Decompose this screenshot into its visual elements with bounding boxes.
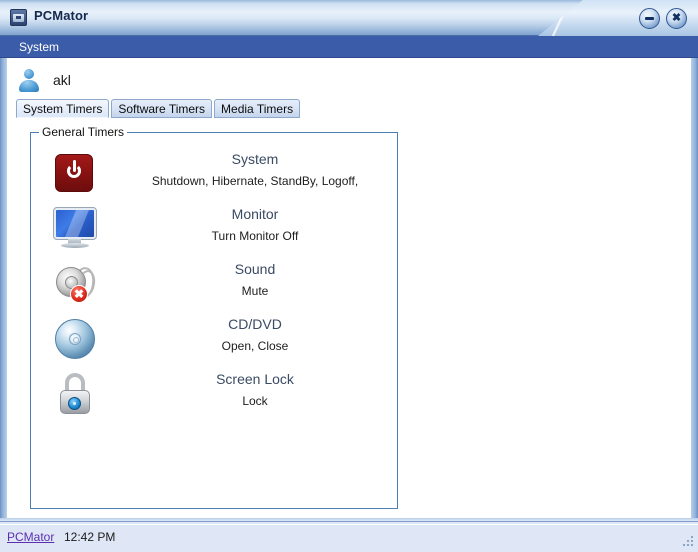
timer-subtitle: Mute [241, 284, 269, 298]
application-window: PCMator ✖ System akl System Timers Softw… [0, 0, 698, 552]
minimize-button[interactable] [639, 8, 660, 29]
timer-title: Sound [234, 261, 276, 277]
status-link-pcmator[interactable]: PCMator [7, 530, 54, 544]
timer-row-cd-dvd[interactable]: CD/DVD Open, Close [31, 312, 397, 367]
tab-strip: System Timers Software Timers Media Time… [16, 99, 682, 120]
status-bar: PCMator 12:42 PM [0, 521, 698, 552]
tab-software-timers[interactable]: Software Timers [111, 99, 213, 118]
timer-row-system[interactable]: System Shutdown, Hibernate, StandBy, Log… [31, 147, 397, 202]
general-timers-groupbox: General Timers System Shutdown, Hibernat… [30, 125, 398, 509]
status-highlight [0, 524, 698, 525]
groupbox-legend: General Timers [39, 125, 128, 139]
close-icon: ✖ [671, 12, 682, 24]
power-icon [52, 151, 98, 198]
timer-row-screen-lock[interactable]: Screen Lock Lock [31, 367, 397, 422]
timer-title: Monitor [231, 206, 279, 222]
user-name: akl [53, 72, 71, 88]
timer-row-monitor[interactable]: Monitor Turn Monitor Off [31, 202, 397, 257]
minimize-icon [640, 9, 659, 28]
tab-media-timers[interactable]: Media Timers [214, 99, 301, 118]
window-frame-left [0, 58, 7, 521]
timer-title: System [231, 151, 279, 167]
timer-subtitle: Lock [242, 394, 268, 408]
status-time: 12:42 PM [64, 530, 116, 544]
timer-row-sound[interactable]: ✖ Sound Mute [31, 257, 397, 312]
monitor-icon [52, 206, 98, 253]
lock-icon [52, 371, 98, 418]
window-title: PCMator [34, 8, 89, 23]
resize-grip-icon[interactable] [681, 536, 694, 549]
timer-subtitle: Open, Close [221, 339, 289, 353]
timer-title: CD/DVD [228, 316, 282, 332]
disc-icon [52, 316, 98, 363]
tab-system-timers[interactable]: System Timers [16, 99, 110, 118]
user-avatar-icon [17, 68, 41, 92]
menu-item-system[interactable]: System [14, 39, 64, 55]
user-row: akl [17, 66, 71, 94]
timer-list: System Shutdown, Hibernate, StandBy, Log… [31, 147, 397, 422]
window-frame-right [691, 58, 698, 521]
app-icon [10, 9, 27, 26]
close-button[interactable]: ✖ [666, 8, 687, 29]
timer-subtitle: Shutdown, Hibernate, StandBy, Logoff, [151, 174, 359, 188]
client-area: akl System Timers Software Timers Media … [7, 58, 691, 521]
menu-bar: System [0, 36, 698, 58]
speaker-mute-icon: ✖ [52, 261, 98, 308]
title-bar: PCMator ✖ [0, 0, 698, 36]
mute-badge-icon: ✖ [70, 285, 88, 303]
timer-title: Screen Lock [216, 371, 294, 387]
timer-subtitle: Turn Monitor Off [211, 229, 299, 243]
